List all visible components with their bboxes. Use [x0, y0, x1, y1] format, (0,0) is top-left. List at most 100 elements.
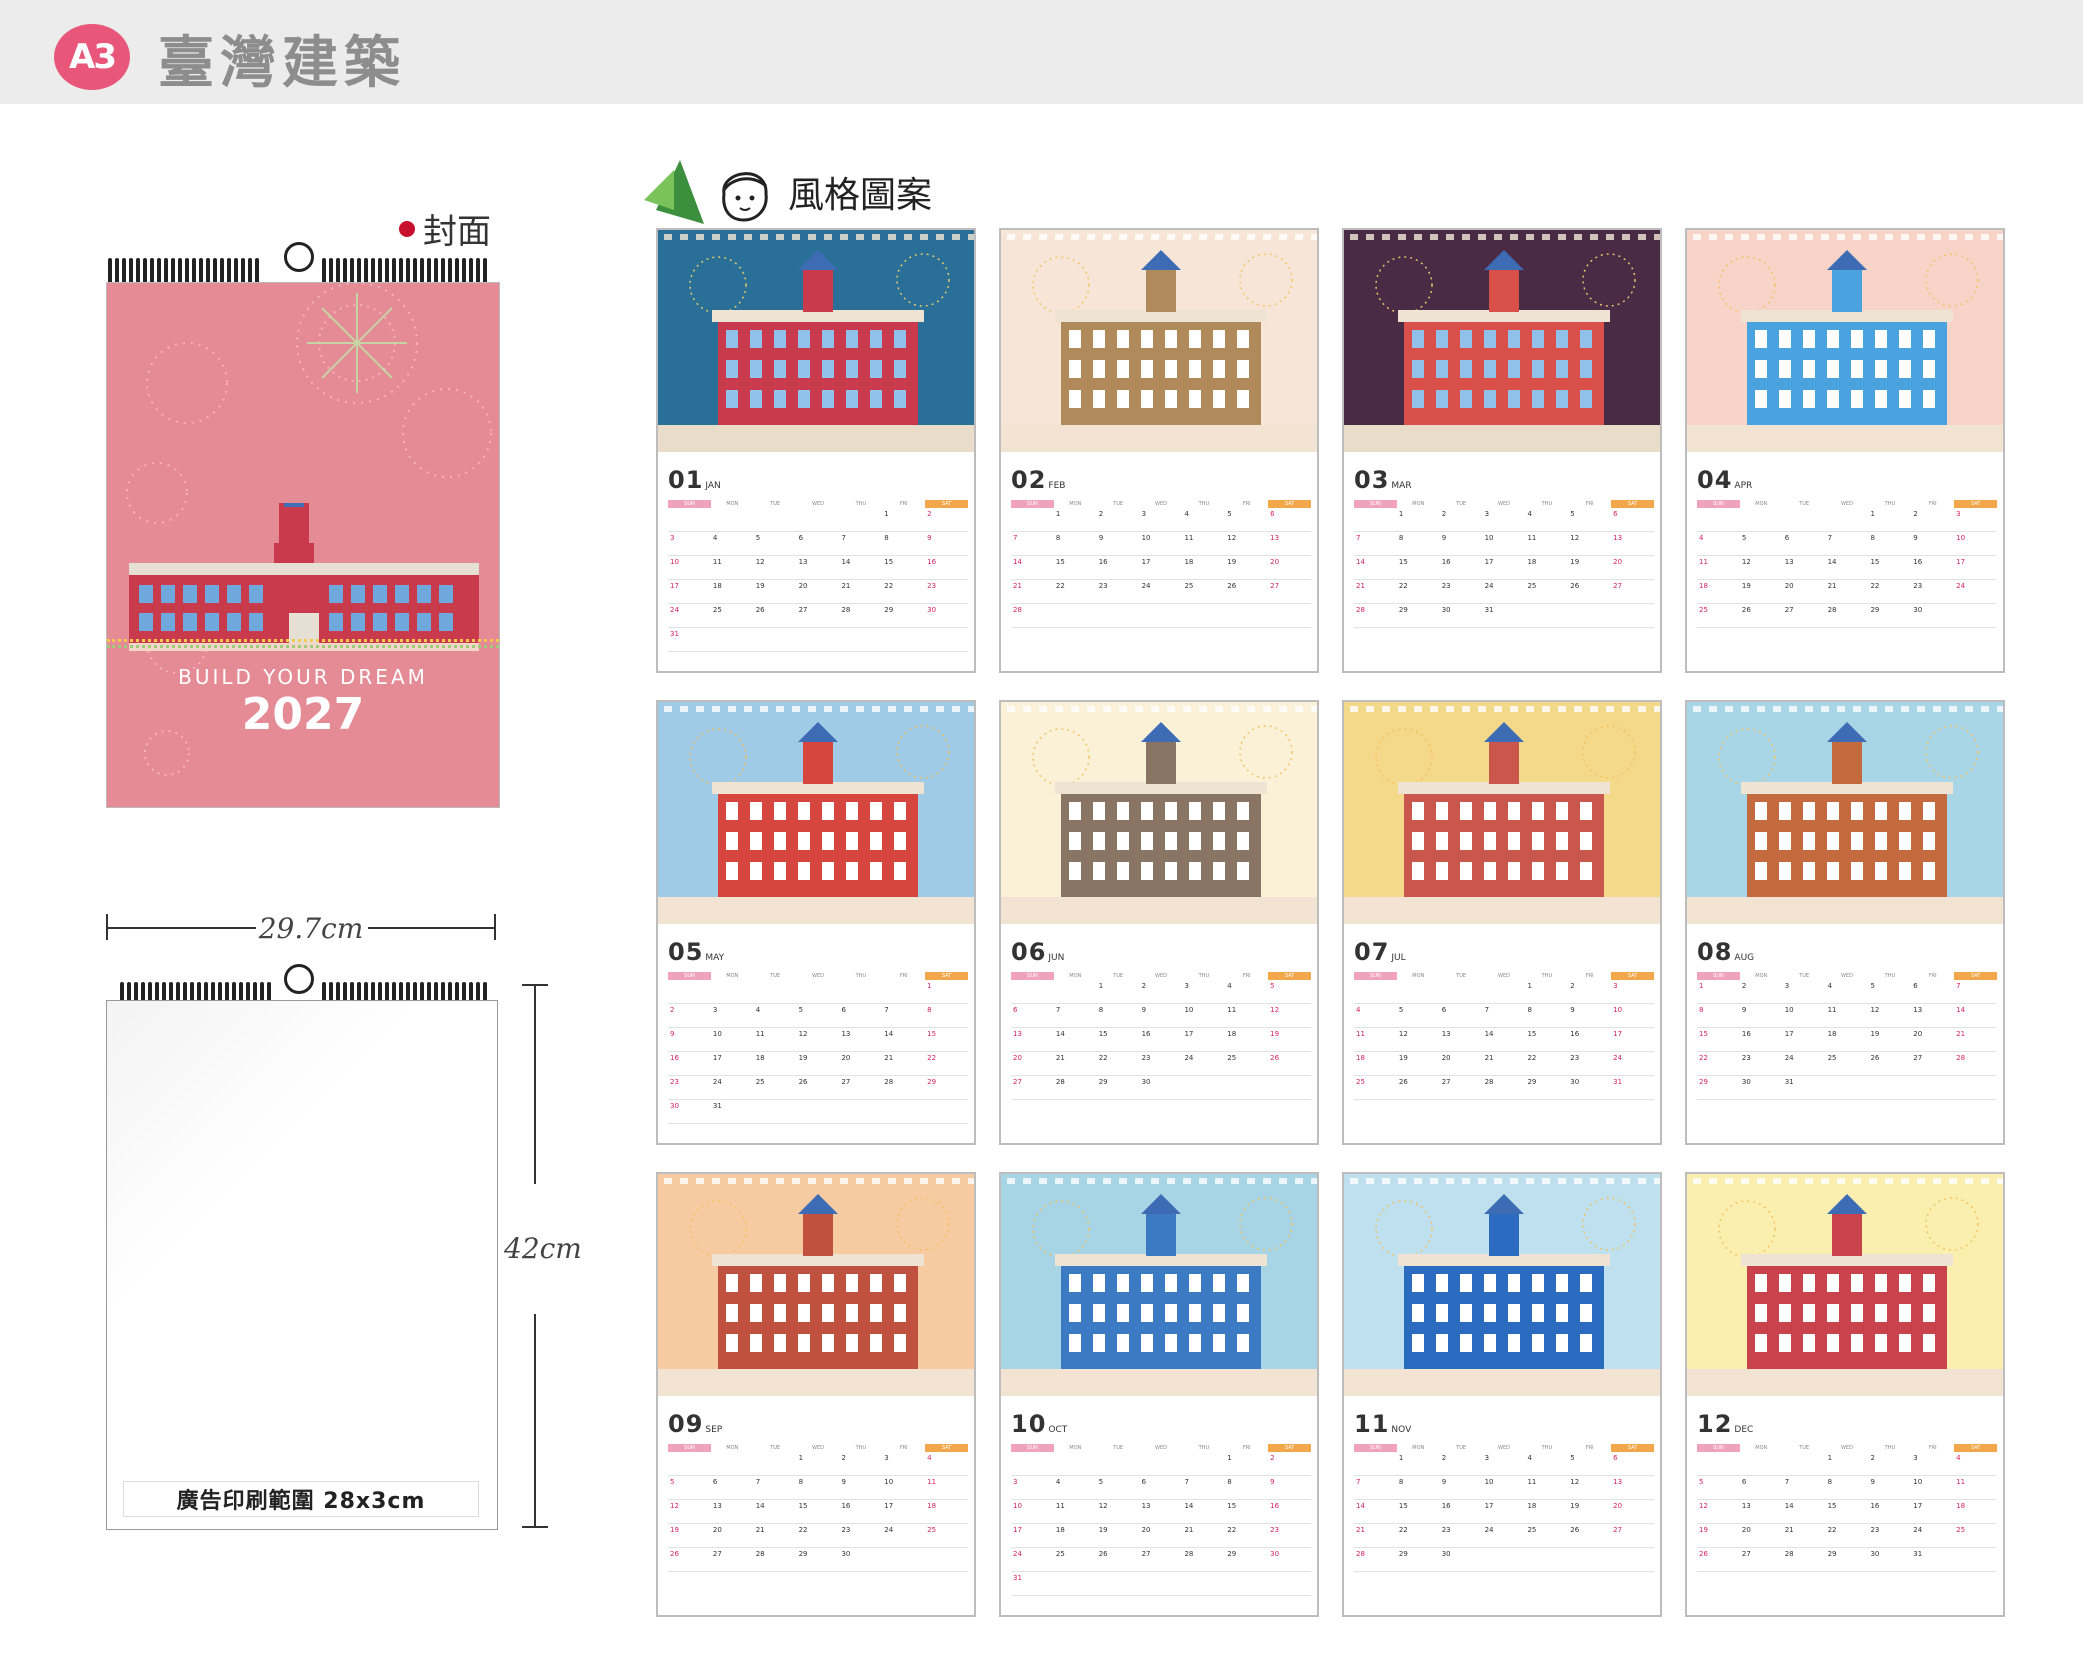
day-cell: 8 [1527, 1006, 1532, 1014]
day-cell: 8 [1870, 534, 1875, 542]
day-cell: 1 [1699, 982, 1704, 990]
day-cell: 9 [841, 1478, 846, 1486]
day-cell: 19 [1398, 1054, 1408, 1062]
day-cell: 22 [1227, 1526, 1237, 1534]
weekday-label: SUN [1697, 1444, 1740, 1452]
day-cell: 31 [1013, 1574, 1022, 1582]
month-calendar-grid: SUN MON TUE WED THU FRI SAT 1 2 3 4 5 6 7 8 9 10 11 12 13 14… [1354, 500, 1655, 628]
day-cell: 26 [755, 606, 765, 614]
day-cell: 13 [1741, 1502, 1751, 1510]
day-cell: 11 [1227, 1006, 1237, 1014]
day-cell [925, 628, 968, 651]
cover-dotted-line [107, 645, 499, 648]
day-cell: 6 [1913, 982, 1918, 990]
week-row: 6 7 8 9 10 11 12 [1011, 1004, 1311, 1028]
weekday-label: TUE [1456, 501, 1467, 507]
day-cell: 17 [1784, 1030, 1794, 1038]
weekday-label: MON [1755, 501, 1768, 507]
day-cell [1225, 1076, 1268, 1099]
day-cell: 2 [670, 1006, 675, 1014]
day-cell: 21 [841, 582, 851, 590]
hanger-hook-icon [284, 964, 314, 994]
day-cell: 29 [1398, 1550, 1408, 1558]
day-cell: 28 [1784, 1550, 1794, 1558]
day-cell: 10 [670, 558, 679, 566]
week-row: 5 6 7 8 9 10 11 [1697, 1476, 1997, 1500]
day-cell [1054, 1572, 1097, 1595]
day-cell: 27 [1913, 1054, 1923, 1062]
week-row: 20 21 22 23 24 25 26 [1011, 1052, 1311, 1076]
day-cell: 30 [1741, 1078, 1751, 1086]
day-cell: 22 [1870, 582, 1880, 590]
day-cell: 21 [1055, 1054, 1065, 1062]
week-row: 30 31 [668, 1100, 968, 1124]
day-cell: 20 [1141, 1526, 1151, 1534]
day-cell: 1 [884, 510, 889, 518]
month-abbreviation: MAR [1391, 481, 1412, 491]
month-art [1344, 1174, 1660, 1396]
day-cell: 10 [1913, 1478, 1923, 1486]
day-cell [711, 508, 754, 531]
day-cell: 20 [1913, 1030, 1923, 1038]
day-cell [1182, 1572, 1225, 1595]
weekday-label: FRI [899, 501, 908, 507]
weekday-label: WED [812, 973, 824, 979]
weekday-header-row: SUN MON TUE WED THU FRI SAT [1011, 500, 1312, 508]
month-illustration [1344, 230, 1660, 452]
month-art [1001, 230, 1317, 452]
month-page: 01 JAN SUN MON TUE WED THU FRI SAT 1 2 3 4 5 6 7 8 9 10 11 1… [656, 228, 976, 673]
month-heading: 11 NOV [1354, 1410, 1411, 1438]
day-cell: 10 [1613, 1006, 1623, 1014]
day-cell: 19 [1741, 582, 1751, 590]
day-cell: 25 [1356, 1078, 1365, 1086]
day-cell: 6 [841, 1006, 846, 1014]
day-cell: 17 [712, 1054, 722, 1062]
month-calendar-grid: SUN MON TUE WED THU FRI SAT 1 2 3 4 5 6 7 8 9 10 11 12 13 14… [668, 500, 969, 652]
weekday-label: THU [1884, 501, 1896, 507]
day-cell: 17 [1613, 1030, 1623, 1038]
month-heading: 08 AUG [1697, 938, 1754, 966]
day-cell: 19 [1699, 1526, 1708, 1534]
day-cell: 12 [798, 1030, 808, 1038]
weekday-label: MON [1069, 1445, 1082, 1451]
day-cell: 13 [841, 1030, 851, 1038]
day-cell: 10 [1956, 534, 1966, 542]
weekday-label: TUE [770, 501, 781, 507]
day-cell: 24 [1141, 582, 1151, 590]
week-row: 21 22 23 24 25 26 27 [1354, 1524, 1654, 1548]
day-cell: 4 [1227, 982, 1232, 990]
month-page: 07 JUL SUN MON TUE WED THU FRI SAT 1 2 3 4 5 6 7 8 9 10 11 1… [1342, 700, 1662, 1145]
day-cell [1740, 1452, 1783, 1475]
day-cell: 22 [884, 582, 894, 590]
day-cell: 14 [1356, 558, 1365, 566]
day-cell: 27 [1741, 1550, 1751, 1558]
day-cell: 16 [1441, 1502, 1451, 1510]
day-cell: 23 [1098, 582, 1108, 590]
weekday-label: WED [812, 501, 824, 507]
day-cell [754, 1452, 797, 1475]
day-cell [1525, 1548, 1568, 1571]
month-page: 04 APR SUN MON TUE WED THU FRI SAT 1 2 3 4 5 6 7 8 9 10 11 1… [1685, 228, 2005, 673]
weekday-header-row: SUN MON TUE WED THU FRI SAT [1697, 500, 1998, 508]
cover-label-text: 封面 [423, 212, 491, 252]
day-cell: 9 [1913, 534, 1918, 542]
month-abbreviation: JUN [1048, 953, 1065, 963]
day-cell: 17 [670, 582, 679, 590]
day-cell: 23 [1441, 1526, 1451, 1534]
weekday-label: MON [1412, 1445, 1425, 1451]
day-cell: 8 [1098, 1006, 1104, 1014]
day-cell [1268, 1572, 1311, 1595]
day-cell: 13 [1613, 534, 1623, 542]
day-cell: 31 [1484, 606, 1494, 614]
weekday-label: SAT [1268, 500, 1312, 508]
day-cell: 12 [755, 558, 765, 566]
day-cell [1954, 1548, 1997, 1571]
month-art [1687, 702, 2003, 924]
day-cell: 20 [1613, 558, 1623, 566]
day-cell: 23 [670, 1078, 679, 1086]
day-cell: 24 [1913, 1526, 1923, 1534]
day-cell: 30 [1441, 606, 1451, 614]
week-row: 10 11 12 13 14 15 16 [668, 556, 968, 580]
week-row: 4 5 6 7 8 9 10 [1354, 1004, 1654, 1028]
day-cell [797, 508, 840, 531]
